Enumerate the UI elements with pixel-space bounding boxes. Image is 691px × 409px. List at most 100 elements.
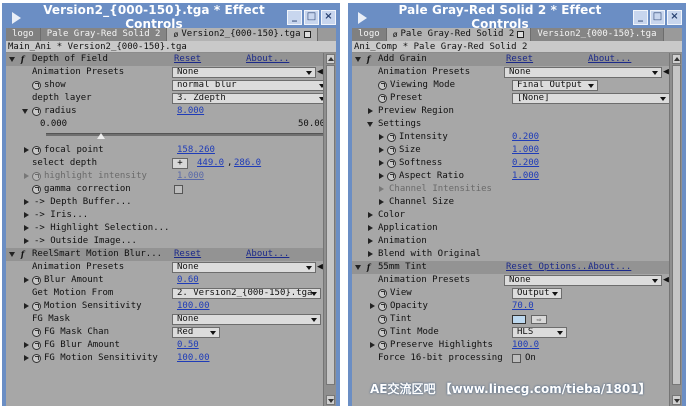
twirl-open-icon[interactable]	[22, 109, 28, 114]
viewing-mode-dropdown[interactable]: Final Output	[512, 80, 598, 91]
twirl-closed-icon[interactable]	[379, 134, 384, 140]
close-icon[interactable]: ×	[321, 9, 336, 25]
about-button[interactable]: About...	[588, 53, 631, 66]
twirl-closed-icon[interactable]	[24, 355, 29, 361]
fg-motion-sensitivity-value[interactable]: 100.00	[177, 352, 210, 365]
about-button[interactable]: About...	[246, 53, 289, 66]
scrollbar[interactable]	[323, 53, 336, 406]
minimize-icon[interactable]: _	[287, 9, 302, 25]
scroll-down-icon[interactable]	[672, 395, 681, 405]
radius-value[interactable]: 8.000	[177, 105, 204, 118]
get-motion-from-dropdown[interactable]: 2. Version2_{000-150}.tga	[172, 288, 321, 299]
stopwatch-icon[interactable]	[387, 133, 396, 142]
radius-slider-track[interactable]	[46, 133, 324, 136]
stopwatch-icon[interactable]	[32, 146, 41, 155]
stopwatch-icon[interactable]	[387, 146, 396, 155]
twirl-closed-icon[interactable]	[370, 342, 375, 348]
scroll-down-icon[interactable]	[326, 395, 335, 405]
fg-mask-dropdown[interactable]: None	[172, 314, 321, 325]
view-dropdown[interactable]: Output	[512, 288, 562, 299]
stopwatch-icon[interactable]	[32, 341, 41, 350]
outside-image-group[interactable]: -> Outside Image...	[6, 235, 323, 248]
scroll-thumb[interactable]	[326, 65, 335, 385]
size-value[interactable]: 1.000	[512, 144, 539, 157]
twirl-closed-icon[interactable]	[24, 147, 29, 153]
stopwatch-icon[interactable]	[32, 185, 41, 194]
animation-presets-dropdown[interactable]: None	[172, 67, 316, 78]
fx-toggle-icon[interactable]: f	[18, 250, 27, 259]
animation-presets-dropdown[interactable]: None	[172, 262, 316, 273]
intensity-value[interactable]: 0.200	[512, 131, 539, 144]
twirl-closed-icon[interactable]	[24, 342, 29, 348]
gamma-correction-checkbox[interactable]	[174, 185, 183, 194]
title-bar[interactable]: Version2_{000-150}.tga * Effect Controls…	[6, 3, 336, 31]
twirl-open-icon[interactable]	[9, 252, 15, 257]
scroll-up-icon[interactable]	[672, 54, 681, 64]
close-tab-icon[interactable]	[517, 31, 525, 38]
scroll-thumb[interactable]	[672, 65, 681, 385]
stopwatch-icon[interactable]	[32, 276, 41, 285]
twirl-closed-icon[interactable]	[368, 108, 373, 114]
stopwatch-icon[interactable]	[387, 172, 396, 181]
stopwatch-icon[interactable]	[32, 354, 41, 363]
stopwatch-icon[interactable]	[378, 289, 387, 298]
iris-group[interactable]: -> Iris...	[6, 209, 323, 222]
crosshair-icon[interactable]: +	[172, 158, 188, 169]
tint-mode-dropdown[interactable]: HLS	[512, 327, 567, 338]
reset-button[interactable]: Reset	[174, 53, 201, 66]
reset-options-button[interactable]: Reset Options...	[506, 261, 593, 274]
twirl-closed-icon[interactable]	[24, 199, 29, 205]
about-button[interactable]: About...	[588, 261, 631, 274]
stopwatch-icon[interactable]	[32, 302, 41, 311]
twirl-closed-icon[interactable]	[24, 303, 29, 309]
stopwatch-icon[interactable]	[378, 328, 387, 337]
show-dropdown[interactable]: normal blur	[172, 80, 329, 91]
softness-value[interactable]: 0.200	[512, 157, 539, 170]
scroll-up-icon[interactable]	[326, 54, 335, 64]
stopwatch-icon[interactable]	[32, 328, 41, 337]
motion-sensitivity-value[interactable]: 100.00	[177, 300, 210, 313]
effect-depth-of-field[interactable]: f Depth of Field Reset About...	[6, 53, 323, 66]
opacity-value[interactable]: 70.0	[512, 300, 534, 313]
stopwatch-icon[interactable]	[378, 94, 387, 103]
twirl-closed-icon[interactable]	[379, 160, 384, 166]
animation-presets-dropdown[interactable]: None	[504, 275, 662, 286]
fx-toggle-icon[interactable]: f	[364, 263, 373, 272]
effect-reelsmart-motion-blur[interactable]: f ReelSmart Motion Blur... Reset About..…	[6, 248, 323, 261]
settings-group[interactable]: Settings	[352, 118, 669, 131]
stopwatch-icon[interactable]	[387, 159, 396, 168]
radius-slider-thumb[interactable]	[97, 133, 105, 139]
fg-blur-amount-value[interactable]: 0.50	[177, 339, 199, 352]
color-group[interactable]: Color	[352, 209, 669, 222]
reset-button[interactable]: Reset	[174, 248, 201, 261]
animation-group[interactable]: Animation	[352, 235, 669, 248]
stopwatch-icon[interactable]	[378, 81, 387, 90]
minimize-icon[interactable]: _	[633, 9, 648, 25]
depth-buffer-group[interactable]: -> Depth Buffer...	[6, 196, 323, 209]
fx-toggle-icon[interactable]: f	[364, 55, 373, 64]
aspect-ratio-value[interactable]: 1.000	[512, 170, 539, 183]
twirl-closed-icon[interactable]	[24, 225, 29, 231]
stopwatch-icon[interactable]	[378, 315, 387, 324]
twirl-open-icon[interactable]	[355, 57, 361, 62]
preset-dropdown[interactable]: [None]	[512, 93, 670, 104]
twirl-open-icon[interactable]	[9, 57, 15, 62]
about-button[interactable]: About...	[246, 248, 289, 261]
animation-presets-dropdown[interactable]: None	[504, 67, 662, 78]
highlight-selection-group[interactable]: -> Highlight Selection...	[6, 222, 323, 235]
twirl-closed-icon[interactable]	[379, 147, 384, 153]
effect-55mm-tint[interactable]: f 55mm Tint Reset Options... About...	[352, 261, 669, 274]
fg-mask-chan-dropdown[interactable]: Red	[172, 327, 220, 338]
twirl-closed-icon[interactable]	[368, 251, 373, 257]
twirl-closed-icon[interactable]	[24, 212, 29, 218]
scrollbar[interactable]	[669, 53, 682, 406]
twirl-closed-icon[interactable]	[24, 277, 29, 283]
twirl-closed-icon[interactable]	[379, 173, 384, 179]
depth-layer-dropdown[interactable]: 3. Zdepth	[172, 93, 329, 104]
stopwatch-icon[interactable]	[378, 341, 387, 350]
twirl-closed-icon[interactable]	[370, 303, 375, 309]
select-depth-x[interactable]: 449.0	[197, 157, 224, 170]
channel-size-group[interactable]: Channel Size	[352, 196, 669, 209]
preview-region-group[interactable]: Preview Region	[352, 105, 669, 118]
reset-button[interactable]: Reset	[506, 53, 533, 66]
